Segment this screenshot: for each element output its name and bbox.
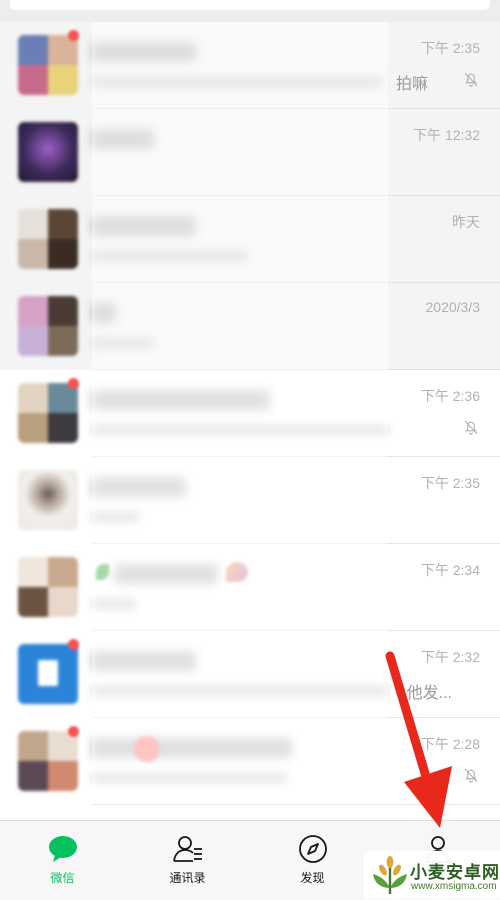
- blurred-chat-name: [114, 564, 218, 584]
- search-bar-area: [0, 0, 500, 22]
- chat-time: 下午 2:35: [420, 40, 480, 56]
- blurred-last-message: [92, 772, 288, 784]
- mute-bell-icon: [464, 72, 478, 87]
- leaf-emoji-icon: [96, 564, 109, 580]
- chat-time: 下午 12:32: [413, 127, 480, 143]
- chat-row[interactable]: 下午 12:32: [0, 109, 500, 196]
- chat-row[interactable]: 下午 2:28: [0, 718, 500, 805]
- group-avatar: [18, 383, 78, 443]
- blurred-chat-name: [92, 129, 154, 149]
- contacts-icon: [173, 836, 202, 862]
- tab-label: 微信: [50, 871, 75, 885]
- chat-time: 下午 2:35: [420, 475, 480, 491]
- group-avatar: [18, 209, 78, 269]
- group-avatar: [18, 557, 78, 617]
- blurred-chat-name: [92, 390, 270, 410]
- chat-list: 下午 2:35 拍嘛 下午 12:32 昨天 2020/3/3 下午 2:36 …: [0, 22, 500, 820]
- blurred-last-message: [92, 250, 248, 262]
- blurred-chat-name: [92, 477, 186, 497]
- file-transfer-avatar: [18, 644, 78, 704]
- blurred-last-message: [92, 685, 388, 697]
- chat-row[interactable]: 下午 2:34: [0, 544, 500, 631]
- group-avatar: [18, 296, 78, 356]
- blurred-last-message: [92, 424, 388, 436]
- blurred-last-message: [92, 76, 382, 88]
- party-popper-emoji-icon: [226, 562, 248, 582]
- group-avatar: [18, 731, 78, 791]
- blurred-chat-name: [92, 42, 196, 62]
- blurred-last-message: [92, 511, 140, 523]
- unread-dot-badge: [68, 726, 79, 737]
- search-box[interactable]: [10, 0, 490, 10]
- contact-avatar: [18, 122, 78, 182]
- last-message-tail: 他发...: [406, 685, 452, 702]
- tab-label: 发现: [300, 871, 325, 885]
- chat-time: 下午 2:34: [420, 562, 480, 578]
- chat-row[interactable]: 下午 2:36: [0, 370, 500, 457]
- chat-row[interactable]: 下午 2:35 拍嘛: [0, 22, 500, 109]
- last-message-tail: 拍嘛: [395, 76, 428, 93]
- chat-time: 下午 2:32: [420, 649, 480, 665]
- blurred-chat-name: [92, 738, 292, 758]
- chat-row[interactable]: 2020/3/3: [0, 283, 500, 370]
- unread-dot-badge: [68, 30, 79, 41]
- tab-label: 通讯录: [169, 871, 206, 885]
- tab-discover[interactable]: 发现: [250, 821, 375, 900]
- tab-chats[interactable]: 微信: [0, 821, 125, 900]
- chat-time: 下午 2:36: [420, 388, 480, 404]
- blurred-last-message: [92, 337, 154, 349]
- chat-time: 下午 2:28: [420, 736, 480, 752]
- watermark-url: www.xmsigma.com: [411, 881, 497, 892]
- blurred-chat-name: [92, 651, 196, 671]
- chat-row[interactable]: [0, 805, 500, 820]
- mute-bell-icon: [464, 420, 478, 435]
- blurred-last-message: [92, 598, 136, 610]
- compass-icon: [299, 835, 327, 863]
- chat-time: 昨天: [452, 214, 480, 230]
- chat-time: 2020/3/3: [425, 299, 481, 315]
- contact-avatar: [18, 470, 78, 530]
- watermark-title: 小麦安卓网: [410, 863, 500, 882]
- chat-row[interactable]: 下午 2:35: [0, 457, 500, 544]
- site-watermark: 小麦安卓网 www.xmsigma.com: [364, 851, 500, 899]
- blurred-chat-name: [92, 303, 116, 323]
- blurred-chat-name: [92, 216, 196, 236]
- chat-row[interactable]: 昨天: [0, 196, 500, 283]
- wheat-logo-icon: [373, 856, 407, 895]
- chat-row[interactable]: 下午 2:32 他发...: [0, 631, 500, 718]
- tab-contacts[interactable]: 通讯录: [125, 821, 250, 900]
- document-icon: [38, 660, 58, 686]
- unread-dot-badge: [68, 378, 79, 389]
- chat-icon: [49, 836, 77, 862]
- group-avatar: [18, 35, 78, 95]
- pink-emoji-icon: [134, 736, 160, 762]
- unread-dot-badge: [68, 639, 79, 650]
- mute-bell-icon: [464, 768, 478, 783]
